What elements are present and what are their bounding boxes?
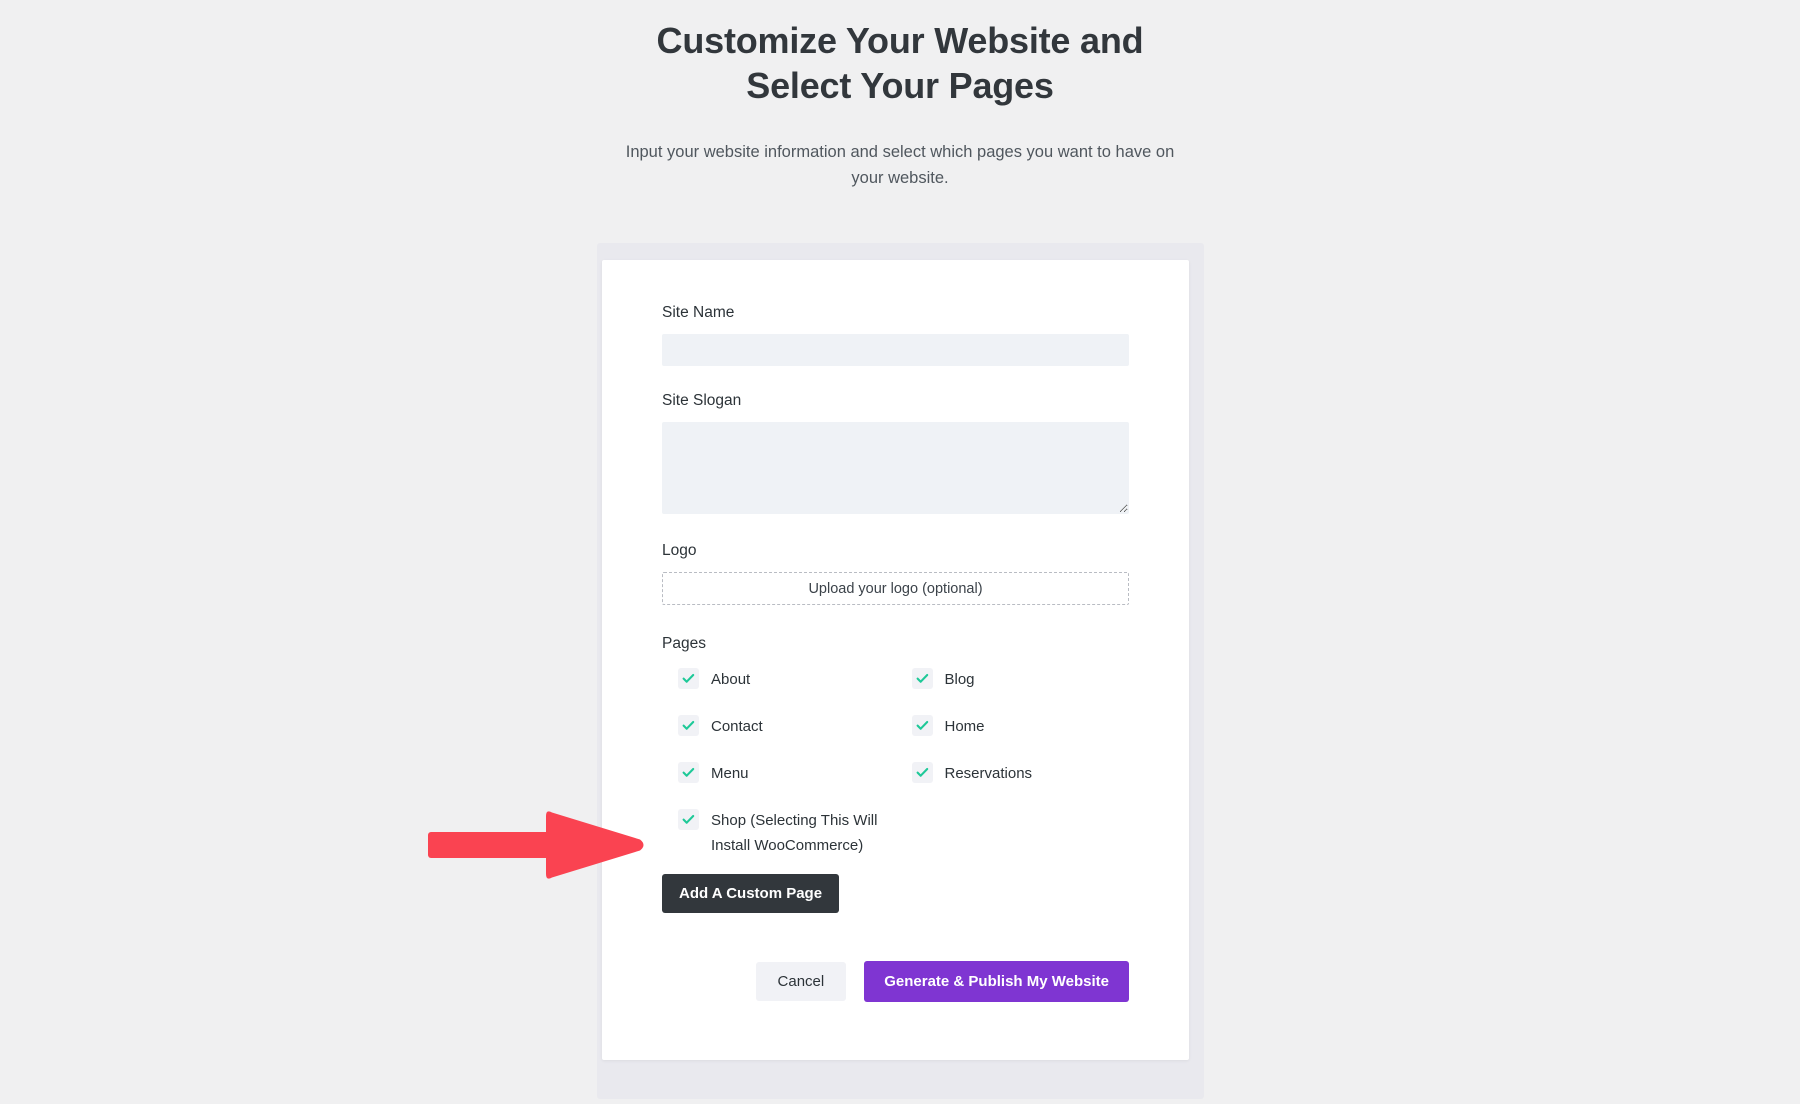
page-option-label: Reservations <box>944 765 1033 782</box>
site-name-field-group: Site Name <box>662 304 1129 366</box>
page-header: Customize Your Website and Select Your P… <box>0 0 1800 191</box>
cancel-button[interactable]: Cancel <box>755 962 847 1002</box>
logo-label: Logo <box>662 542 697 559</box>
customize-website-card: Site Name Site Slogan Logo Upload your l… <box>602 260 1189 1060</box>
page-option-shop[interactable]: Shop (Selecting This Will Install WooCom… <box>678 808 896 858</box>
page-option-menu[interactable]: Menu <box>678 761 896 808</box>
generate-publish-website-button[interactable]: Generate & Publish My Website <box>864 961 1129 1003</box>
page-title: Customize Your Website and Select Your P… <box>656 20 1144 107</box>
page-option-label: Menu <box>711 765 749 782</box>
checkmark-icon[interactable] <box>678 668 699 689</box>
page-option-blog[interactable]: Blog <box>911 667 1130 714</box>
add-custom-page-button[interactable]: Add A Custom Page <box>662 874 840 914</box>
site-slogan-field-group: Site Slogan <box>662 392 1129 514</box>
logo-field-group: Logo Upload your logo (optional) <box>662 542 1129 605</box>
checkmark-icon[interactable] <box>911 715 933 736</box>
logo-upload-dropzone[interactable]: Upload your logo (optional) <box>662 572 1129 605</box>
checkmark-icon[interactable] <box>911 762 933 783</box>
add-custom-page-row: Add A Custom Page <box>662 874 1129 914</box>
page-subtitle: Input your website information and selec… <box>625 142 1175 187</box>
pages-checkbox-grid: About Blog Contact Home Menu Reservation… <box>662 667 1129 858</box>
site-slogan-label: Site Slogan <box>662 392 742 409</box>
page-option-label: Contact <box>711 718 763 735</box>
page-option-home[interactable]: Home <box>911 714 1130 761</box>
page-option-contact[interactable]: Contact <box>678 714 896 761</box>
page-option-label: Shop (Selecting This Will Install WooCom… <box>711 812 878 855</box>
site-name-label: Site Name <box>662 304 735 321</box>
site-name-input[interactable] <box>662 334 1129 366</box>
checkmark-icon[interactable] <box>678 809 699 830</box>
card-action-bar: Cancel Generate & Publish My Website <box>662 961 1129 1003</box>
logo-upload-label: Upload your logo (optional) <box>808 580 983 597</box>
page-option-about[interactable]: About <box>678 667 896 714</box>
pages-label: Pages <box>662 635 706 652</box>
checkmark-icon[interactable] <box>678 715 699 736</box>
page-option-label: Blog <box>944 671 975 688</box>
page-option-label: Home <box>944 718 985 735</box>
checkmark-icon[interactable] <box>911 668 933 689</box>
site-slogan-textarea[interactable] <box>662 422 1129 514</box>
page-option-reservations[interactable]: Reservations <box>911 761 1130 808</box>
page-option-label: About <box>711 671 751 688</box>
checkmark-icon[interactable] <box>678 762 699 783</box>
pages-field-group: Pages About Blog Contact Home Menu Reser… <box>662 635 1129 858</box>
